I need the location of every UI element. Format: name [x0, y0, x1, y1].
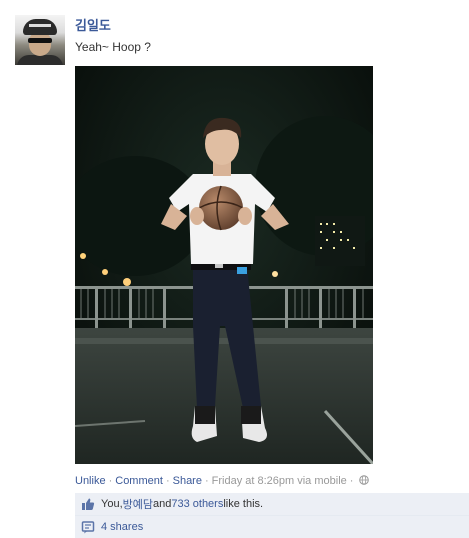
- author-name[interactable]: 김일도: [75, 15, 111, 34]
- share-icon: [81, 521, 95, 534]
- separator: ·: [165, 475, 170, 487]
- separator: ·: [349, 475, 354, 487]
- photo-image: [75, 66, 373, 464]
- comment-link[interactable]: Comment: [115, 475, 163, 487]
- likes-you: You,: [101, 498, 123, 510]
- likes-summary: You, 방예담 and 733 others like this.: [75, 493, 469, 516]
- author-avatar[interactable]: [15, 15, 65, 65]
- separator: ·: [108, 475, 113, 487]
- post-timestamp[interactable]: Friday at 8:26pm via mobile: [212, 475, 347, 487]
- separator: ·: [204, 475, 209, 487]
- likes-others-link[interactable]: 733 others: [171, 498, 223, 510]
- likes-suffix: like this.: [223, 498, 264, 510]
- post-actions: Unlike · Comment · Share · Friday at 8:26pm vi…: [75, 475, 370, 487]
- liker-name-link[interactable]: 방예담: [123, 496, 153, 512]
- shares-summary: 4 shares: [75, 516, 469, 538]
- share-link[interactable]: Share: [173, 475, 202, 487]
- post-text: Yeah~ Hoop ?: [75, 40, 151, 54]
- post-photo[interactable]: [75, 66, 373, 464]
- shares-link[interactable]: 4 shares: [101, 521, 143, 533]
- globe-icon[interactable]: [359, 475, 370, 485]
- likes-and: and: [153, 498, 172, 510]
- thumbs-up-icon: [82, 498, 95, 510]
- unlike-link[interactable]: Unlike: [75, 475, 106, 487]
